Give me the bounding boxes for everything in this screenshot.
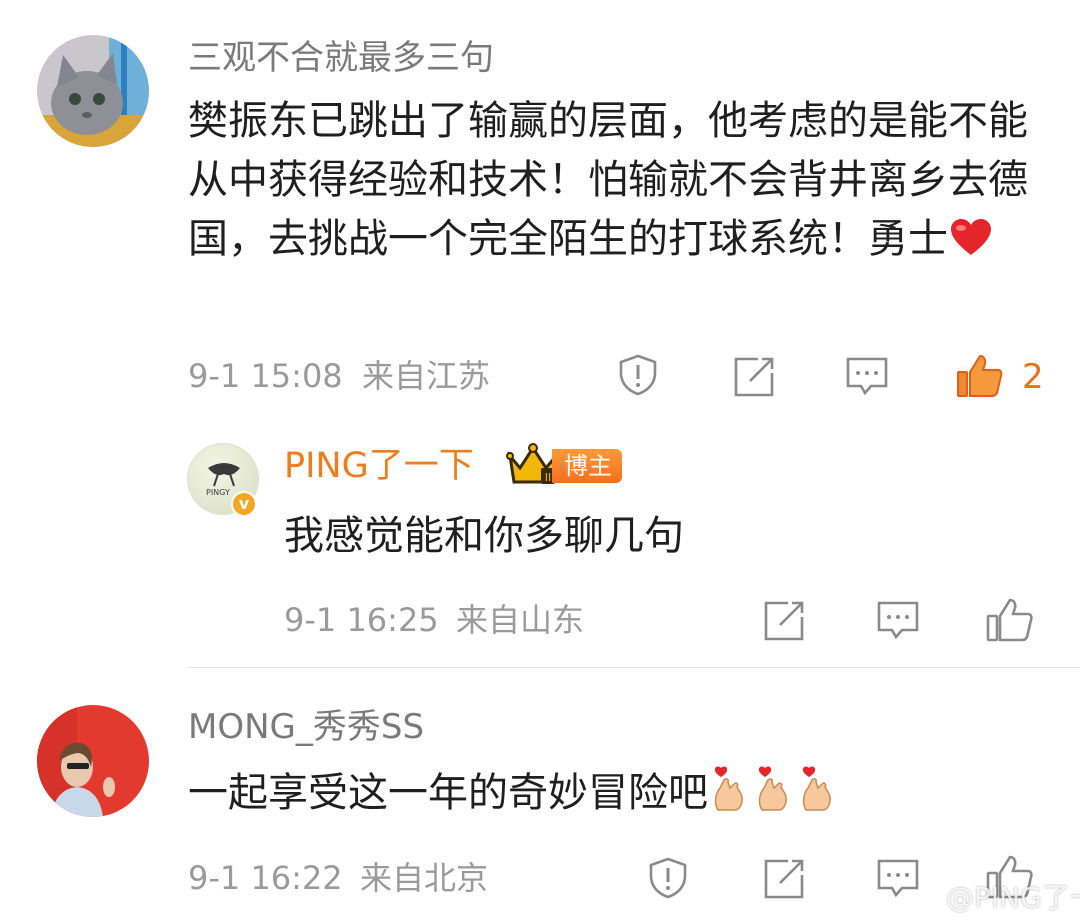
finger-heart-emoji xyxy=(712,764,842,829)
comment-location: 来自北京 xyxy=(360,859,489,897)
thumbs-up-icon xyxy=(986,598,1033,642)
blogger-badge: 博主 xyxy=(552,449,622,483)
comment-icon xyxy=(877,859,919,898)
reply-button[interactable] xyxy=(845,355,889,403)
reply-location: 来自山东 xyxy=(456,601,585,639)
verified-badge-icon: v xyxy=(231,491,257,517)
avatar[interactable] xyxy=(37,705,149,817)
watermark: @PING了一下 xyxy=(946,881,1080,914)
divider xyxy=(186,667,1080,668)
thumbs-up-filled-icon xyxy=(957,354,1003,397)
comment-text-content: 一起享受这一年的奇妙冒险吧 xyxy=(188,770,708,816)
shield-icon xyxy=(619,354,657,396)
comment-location: 来自江苏 xyxy=(362,357,491,395)
reply-time: 9-1 16:25 xyxy=(284,601,439,639)
comment-username[interactable]: 三观不合就最多三句 xyxy=(188,41,494,75)
reply-text: 我感觉能和你多聊几句 xyxy=(284,513,684,559)
avatar-logo-text: PINGY xyxy=(206,488,230,497)
comment-text: 樊振东已跳出了输赢的层面，他考虑的是能不能从中获得经验和技术！怕输就不会背井离乡… xyxy=(188,92,1048,269)
reply-like-button[interactable] xyxy=(986,596,1034,648)
comment-time: 9-1 16:22 xyxy=(188,859,343,897)
share-button[interactable] xyxy=(732,355,776,403)
heart-emoji xyxy=(951,219,991,255)
share-icon xyxy=(764,601,804,641)
reply-username[interactable]: PING了一下 xyxy=(284,449,474,484)
comment-time: 9-1 15:08 xyxy=(188,357,343,395)
reply-share-button[interactable] xyxy=(762,599,806,647)
cat-avatar-image xyxy=(37,35,149,147)
share-icon xyxy=(734,357,774,397)
comment-icon xyxy=(877,601,919,640)
report-button[interactable] xyxy=(646,856,690,904)
reply-button[interactable] xyxy=(876,857,920,905)
comment-text-content: 樊振东已跳出了输赢的层面，他考虑的是能不能从中获得经验和技术！怕输就不会背井离乡… xyxy=(188,98,1028,262)
svg-text:II: II xyxy=(545,471,552,484)
woman-avatar-image xyxy=(37,705,149,817)
share-button[interactable] xyxy=(762,857,806,905)
report-button[interactable] xyxy=(616,353,660,401)
avatar[interactable] xyxy=(37,35,149,147)
comment-icon xyxy=(846,357,888,396)
shield-icon xyxy=(649,857,687,899)
like-count: 2 xyxy=(1022,357,1044,397)
share-icon xyxy=(764,859,804,899)
reply-reply-button[interactable] xyxy=(876,599,920,647)
comment-username[interactable]: MONG_秀秀SS xyxy=(188,710,424,744)
comment-text: 一起享受这一年的奇妙冒险吧 xyxy=(188,764,842,829)
like-button[interactable] xyxy=(956,352,1004,404)
